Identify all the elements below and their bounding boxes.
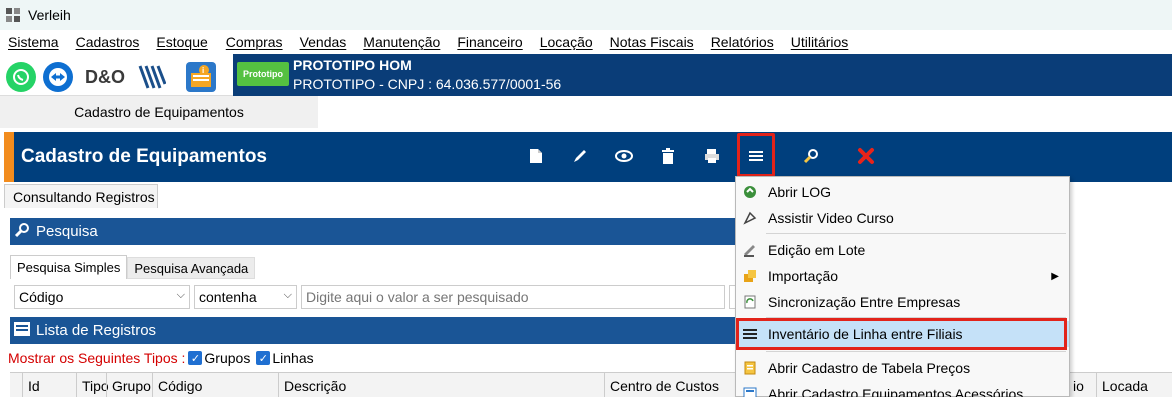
column-header-locada[interactable]: Locada bbox=[1096, 373, 1172, 397]
chevron-down-icon: ⌵ bbox=[176, 289, 185, 301]
window-title: Verleih bbox=[28, 7, 71, 23]
menu-utilitarios[interactable]: Utilitários bbox=[791, 34, 849, 50]
tab-pesquisa-avancada[interactable]: Pesquisa Avançada bbox=[127, 257, 256, 279]
video-icon bbox=[742, 210, 758, 226]
column-header-centro-custos[interactable]: Centro de Custos bbox=[604, 373, 744, 397]
price-table-icon bbox=[742, 360, 758, 376]
quick-toolbar: D&O i Prototipo PROTOTIPO HOM PROTOTIPO … bbox=[0, 54, 1172, 96]
menu-item-highlight bbox=[736, 318, 1067, 350]
page-title: Cadastro de Equipamentos bbox=[21, 146, 267, 167]
search-section-title: Pesquisa bbox=[36, 223, 98, 240]
company-logo: Prototipo bbox=[237, 62, 289, 86]
document-tabs: Cadastro de Equipamentos bbox=[0, 96, 1172, 128]
menu-item-edicao-lote[interactable]: Edição em Lote bbox=[736, 237, 1069, 263]
print-icon[interactable] bbox=[700, 144, 724, 168]
teamviewer-icon[interactable] bbox=[43, 62, 73, 92]
menu-icon[interactable] bbox=[744, 144, 768, 168]
search-input[interactable] bbox=[301, 285, 725, 309]
menu-item-tabela-precos[interactable]: Abrir Cadastro de Tabela Preços bbox=[736, 355, 1069, 381]
list-section-icon bbox=[14, 322, 30, 339]
whatsapp-icon[interactable] bbox=[6, 62, 36, 92]
menu-separator bbox=[766, 351, 1066, 352]
search-tool-icon[interactable] bbox=[799, 144, 823, 168]
company-cnpj: PROTOTIPO - CNPJ : 64.036.577/0001-56 bbox=[293, 76, 562, 92]
search-operator-value: contenha bbox=[199, 289, 257, 305]
menu-cadastros[interactable]: Cadastros bbox=[76, 34, 140, 50]
actions-dropdown-menu: Abrir LOG Assistir Video Curso Edição em… bbox=[735, 176, 1070, 397]
edit-icon[interactable] bbox=[568, 144, 592, 168]
menu-relatorios[interactable]: Relatórios bbox=[711, 34, 774, 50]
column-header-id[interactable]: Id bbox=[22, 373, 78, 397]
company-name: PROTOTIPO HOM bbox=[293, 57, 412, 73]
types-label: Mostrar os Seguintes Tipos : bbox=[8, 350, 186, 366]
menu-item-abrir-log[interactable]: Abrir LOG bbox=[736, 179, 1069, 205]
log-icon bbox=[742, 184, 758, 200]
menu-compras[interactable]: Compras bbox=[226, 34, 283, 50]
menu-item-importacao[interactable]: Importação ▶ bbox=[736, 263, 1069, 289]
submenu-arrow-icon: ▶ bbox=[1051, 270, 1059, 282]
menu-sistema[interactable]: Sistema bbox=[8, 34, 59, 50]
menu-item-equipamentos-acessorios[interactable]: Abrir Cadastro Equipamentos Acessórios bbox=[736, 381, 1069, 397]
tab-cadastro-equipamentos[interactable]: Cadastro de Equipamentos bbox=[0, 96, 318, 128]
new-icon[interactable] bbox=[524, 144, 548, 168]
column-header-tipo[interactable]: Tipo bbox=[76, 373, 109, 397]
tab-pesquisa-simples[interactable]: Pesquisa Simples bbox=[10, 255, 128, 279]
stripes-logo-icon[interactable] bbox=[137, 62, 167, 92]
sync-icon bbox=[742, 294, 758, 310]
chevron-down-icon: ⌵ bbox=[283, 289, 292, 301]
menu-vendas[interactable]: Vendas bbox=[300, 34, 347, 50]
menu-estoque[interactable]: Estoque bbox=[156, 34, 207, 50]
search-operator-select[interactable]: contenha ⌵ bbox=[194, 285, 297, 309]
checkbox-grupos-label: Grupos bbox=[204, 350, 251, 366]
notification-icon[interactable]: i bbox=[186, 62, 216, 92]
menu-item-sincronizacao[interactable]: Sincronização Entre Empresas bbox=[736, 289, 1069, 315]
checkbox-grupos[interactable]: ✓ bbox=[188, 351, 203, 365]
column-header-grupo[interactable]: Grupo bbox=[106, 373, 154, 397]
column-header-codigo[interactable]: Código bbox=[152, 373, 280, 397]
import-icon bbox=[742, 268, 758, 284]
menu-item-label: Importação bbox=[768, 268, 839, 284]
delete-icon[interactable] bbox=[656, 144, 680, 168]
tab-consultando-registros[interactable]: Consultando Registros bbox=[4, 184, 158, 208]
menu-item-label: Edição em Lote bbox=[768, 242, 866, 258]
list-section-title: Lista de Registros bbox=[36, 322, 157, 339]
form-header: Cadastro de Equipamentos bbox=[4, 132, 1172, 182]
search-tabs: Pesquisa Simples Pesquisa Avançada bbox=[10, 255, 256, 279]
menu-item-label: Sincronização Entre Empresas bbox=[768, 294, 961, 310]
menu-item-assistir-video[interactable]: Assistir Video Curso bbox=[736, 205, 1069, 231]
search-field-value: Código bbox=[19, 289, 64, 305]
types-filter: Mostrar os Seguintes Tipos : ✓ Grupos ✓ … bbox=[8, 348, 314, 368]
batch-edit-icon bbox=[742, 242, 758, 258]
header-accent bbox=[4, 132, 14, 182]
search-section-icon bbox=[14, 222, 30, 241]
menu-separator bbox=[766, 233, 1066, 234]
menu-financeiro[interactable]: Financeiro bbox=[457, 34, 522, 50]
menu-manutencao[interactable]: Manutenção bbox=[363, 34, 440, 50]
menu-notas-fiscais[interactable]: Notas Fiscais bbox=[610, 34, 694, 50]
accessories-icon bbox=[742, 386, 758, 397]
menu-item-label: Abrir LOG bbox=[768, 184, 832, 200]
search-section-header: Pesquisa bbox=[10, 218, 740, 245]
dno-logo-icon[interactable]: D&O bbox=[83, 62, 127, 92]
menu-item-label: Assistir Video Curso bbox=[768, 210, 894, 226]
company-bar: Prototipo PROTOTIPO HOM PROTOTIPO - CNPJ… bbox=[233, 54, 1172, 96]
checkbox-linhas-label: Linhas bbox=[272, 350, 314, 366]
view-icon[interactable] bbox=[612, 144, 636, 168]
close-icon[interactable] bbox=[854, 144, 878, 168]
menu-bar: Sistema Cadastros Estoque Compras Vendas… bbox=[0, 30, 1172, 54]
menu-item-label: Abrir Cadastro de Tabela Preços bbox=[768, 360, 971, 376]
column-header-truncated[interactable]: io bbox=[1068, 373, 1098, 397]
list-section-header: Lista de Registros bbox=[10, 317, 740, 344]
menu-item-label: Abrir Cadastro Equipamentos Acessórios bbox=[768, 386, 1024, 397]
app-icon bbox=[6, 8, 20, 22]
search-field-select[interactable]: Código ⌵ bbox=[14, 285, 190, 309]
menu-locacao[interactable]: Locação bbox=[540, 34, 593, 50]
checkbox-linhas[interactable]: ✓ bbox=[256, 351, 271, 365]
column-header-descricao[interactable]: Descrição bbox=[278, 373, 606, 397]
window-titlebar: Verleih bbox=[0, 0, 1172, 30]
svg-text:i: i bbox=[202, 66, 204, 75]
